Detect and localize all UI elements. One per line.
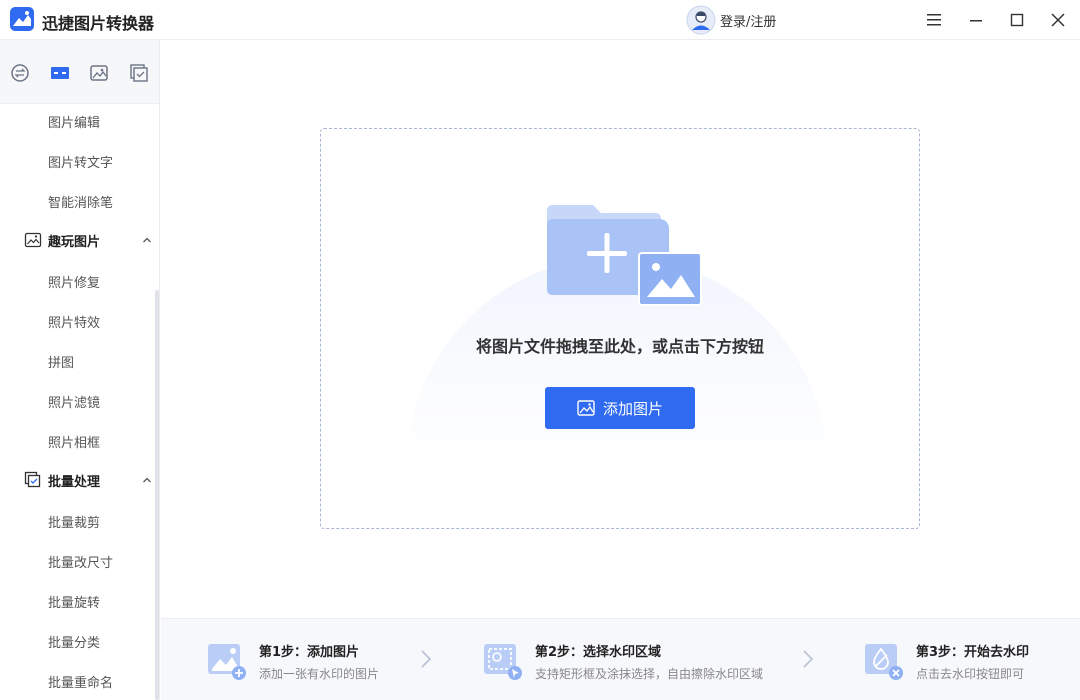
minimize-button[interactable]: [966, 10, 986, 30]
menu-item-batch-rotate[interactable]: 批量旋转: [48, 592, 100, 611]
menu-item-batch-crop[interactable]: 批量裁剪: [48, 512, 100, 531]
step-desc: 添加一张有水印的图片: [259, 667, 380, 681]
menu-item-batch-classify[interactable]: 批量分类: [48, 632, 100, 651]
batch-process-icon: [24, 471, 41, 488]
login-label: 登录/注册: [720, 14, 777, 30]
minimize-icon: [970, 20, 982, 22]
maximize-icon: [1010, 13, 1024, 27]
login-button[interactable]: 登录/注册: [686, 5, 776, 35]
steps-bar: 第1步：添加图片 添加一张有水印的图片 第2步：选择水印区域 支持矩形框及涂抹选…: [161, 618, 1080, 700]
menu-item-photo-filter[interactable]: 照片滤镜: [48, 392, 100, 411]
menu-item-smart-eraser[interactable]: 智能消除笔: [48, 192, 113, 211]
menu-group-label: 批量处理: [48, 474, 101, 490]
sidebar-scrollbar[interactable]: [155, 290, 159, 700]
add-image-label: 添加图片: [602, 399, 663, 418]
menu-item-image-edit[interactable]: 图片编辑: [48, 112, 100, 131]
menu-item-photo-effects[interactable]: 照片特效: [48, 312, 100, 331]
fun-image-icon: [24, 232, 42, 248]
remove-watermark-step-icon: [865, 644, 903, 680]
menu-item-photo-frame[interactable]: 照片相框: [48, 432, 100, 451]
app-title: 迅捷图片转换器: [42, 14, 155, 33]
step-title: 第2步：选择水印区域: [535, 645, 662, 660]
picture-icon[interactable]: [88, 62, 110, 84]
app-logo-icon: [10, 7, 34, 31]
step-desc: 支持矩形框及涂抹选择，自由擦除水印区域: [535, 667, 764, 681]
drop-zone[interactable]: 将图片文件拖拽至此处，或点击下方按钮 添加图片: [320, 128, 920, 529]
menu-item-batch-resize[interactable]: 批量改尺寸: [48, 552, 113, 571]
step-title: 第1步：添加图片: [259, 645, 360, 660]
menu-group-label: 趣玩图片: [48, 234, 101, 250]
select-area-step-icon: [484, 644, 522, 680]
batch-icon[interactable]: [128, 62, 150, 84]
chevron-right-icon: [803, 650, 814, 668]
menu-item-image-to-text[interactable]: 图片转文字: [48, 152, 113, 171]
image-icon: [577, 400, 595, 416]
close-button[interactable]: [1048, 10, 1068, 30]
sidebar-tab-strip: [0, 40, 159, 104]
chevron-up-icon: [143, 477, 151, 483]
image-edit-tab-icon[interactable]: [49, 62, 71, 84]
main-area: 将图片文件拖拽至此处，或点击下方按钮 添加图片: [161, 41, 1080, 618]
menu-item-batch-rename[interactable]: 批量重命名: [48, 672, 113, 691]
sidebar: 图片编辑 图片转文字 智能消除笔 趣玩图片 照片修复 照片特效 拼图 照片滤镜 …: [0, 40, 160, 700]
chevron-up-icon: [143, 237, 151, 243]
convert-icon[interactable]: [9, 62, 31, 84]
menu-group-batch[interactable]: 批量处理: [24, 470, 152, 490]
chevron-right-icon: [421, 650, 432, 668]
menu-item-collage[interactable]: 拼图: [48, 352, 74, 371]
step-desc: 点击去水印按钮即可: [916, 667, 1025, 681]
add-image-button[interactable]: 添加图片: [545, 387, 695, 429]
menu-item-photo-repair[interactable]: 照片修复: [48, 272, 100, 291]
title-bar: 迅捷图片转换器 登录/注册: [0, 0, 1080, 40]
close-icon: [1051, 13, 1065, 27]
menu-button[interactable]: [924, 10, 944, 30]
hamburger-icon: [927, 14, 941, 26]
maximize-button[interactable]: [1007, 10, 1027, 30]
user-avatar-icon: [686, 5, 716, 35]
add-folder-icon: [547, 205, 702, 306]
step-title: 第3步：开始去水印: [916, 645, 1030, 660]
menu-group-fun-images[interactable]: 趣玩图片: [24, 230, 152, 250]
drop-hint-text: 将图片文件拖拽至此处，或点击下方按钮: [475, 337, 764, 356]
add-image-step-icon: [208, 644, 246, 680]
